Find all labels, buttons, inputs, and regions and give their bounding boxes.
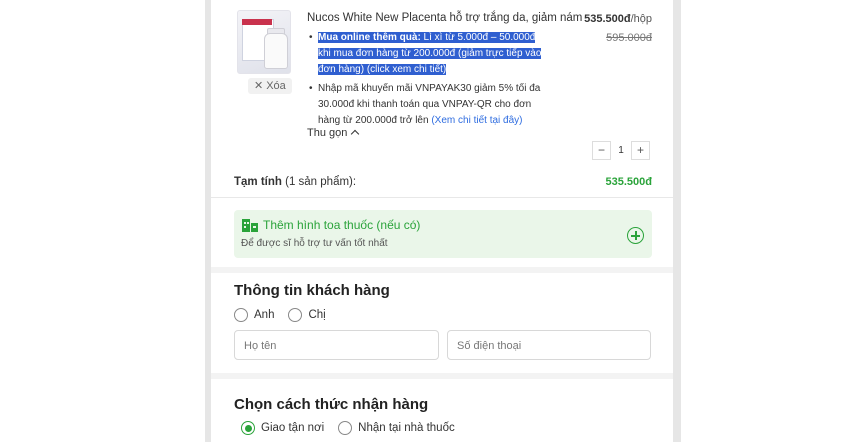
promotion-item[interactable]: Mua online thêm quà: Lì xì từ 5.000đ – 5…: [307, 30, 547, 78]
quantity-stepper: − 1 +: [592, 141, 650, 160]
delivery-option-home[interactable]: Giao tận nơi: [241, 421, 324, 435]
remove-button[interactable]: ✕ Xóa: [248, 78, 292, 94]
prescription-title: Thêm hình toa thuốc (nếu có): [263, 218, 421, 232]
prescription-subtitle: Để được sĩ hỗ trợ tư vấn tốt nhất: [241, 238, 388, 249]
subtotal-value: 535.500đ: [605, 176, 652, 188]
chevron-up-icon: [351, 129, 360, 139]
product-price: 535.500đ/hộp: [584, 13, 652, 25]
increase-quantity-button[interactable]: +: [631, 141, 650, 160]
collapse-label: Thu gọn: [307, 127, 348, 139]
original-price: 595.000đ: [606, 32, 652, 44]
price-unit: /hộp: [630, 13, 652, 25]
close-icon: ✕: [254, 80, 264, 92]
add-circle-icon: [627, 227, 644, 244]
radio-pharmacy-pickup[interactable]: [338, 421, 353, 435]
quantity-value[interactable]: 1: [611, 145, 631, 156]
product-image[interactable]: [237, 10, 291, 74]
prescription-icon: [242, 219, 258, 232]
gender-radio-group: Anh Chị: [234, 308, 340, 322]
add-prescription-button[interactable]: Thêm hình toa thuốc (nếu có) Để được sĩ …: [234, 210, 652, 258]
decrease-quantity-button[interactable]: −: [592, 141, 611, 160]
customer-info-title: Thông tin khách hàng: [234, 282, 390, 299]
right-gutter: [673, 0, 681, 442]
section-separator: [211, 267, 673, 273]
delivery-radio-group: Giao tận nơi Nhận tại nhà thuốc: [241, 421, 469, 435]
subtotal-label: Tạm tính (1 sản phẩm):: [234, 176, 357, 188]
promotion-item: Nhập mã khuyến mãi VNPAYAK30 giảm 5% tối…: [307, 81, 547, 129]
collapse-toggle[interactable]: Thu gọn: [307, 127, 360, 139]
radio-chi[interactable]: [288, 308, 303, 322]
remove-label: Xóa: [266, 80, 286, 92]
promotion-detail-link[interactable]: (Xem chi tiết tại đây): [431, 115, 522, 126]
section-separator: [211, 373, 673, 379]
radio-anh[interactable]: [234, 308, 248, 322]
divider: [211, 197, 673, 198]
product-name[interactable]: Nucos White New Placenta hỗ trợ trắng da…: [307, 12, 582, 24]
phone-input[interactable]: Số điện thoại: [447, 330, 651, 360]
price-value: 535.500đ: [584, 13, 631, 25]
gender-option-chi[interactable]: Chị: [288, 308, 326, 322]
radio-home-delivery[interactable]: [241, 421, 255, 435]
full-name-input[interactable]: Họ tên: [234, 330, 439, 360]
promotion-list: Mua online thêm quà: Lì xì từ 5.000đ – 5…: [307, 30, 547, 132]
gender-option-anh[interactable]: Anh: [234, 308, 274, 322]
cart-panel: ✕ Xóa Nucos White New Placenta hỗ trợ trắ…: [211, 0, 673, 442]
delivery-method-title: Chọn cách thức nhận hàng: [234, 396, 429, 413]
delivery-option-pharmacy[interactable]: Nhận tại nhà thuốc: [338, 421, 455, 435]
promotion-title: Mua online thêm quà:: [318, 32, 421, 43]
